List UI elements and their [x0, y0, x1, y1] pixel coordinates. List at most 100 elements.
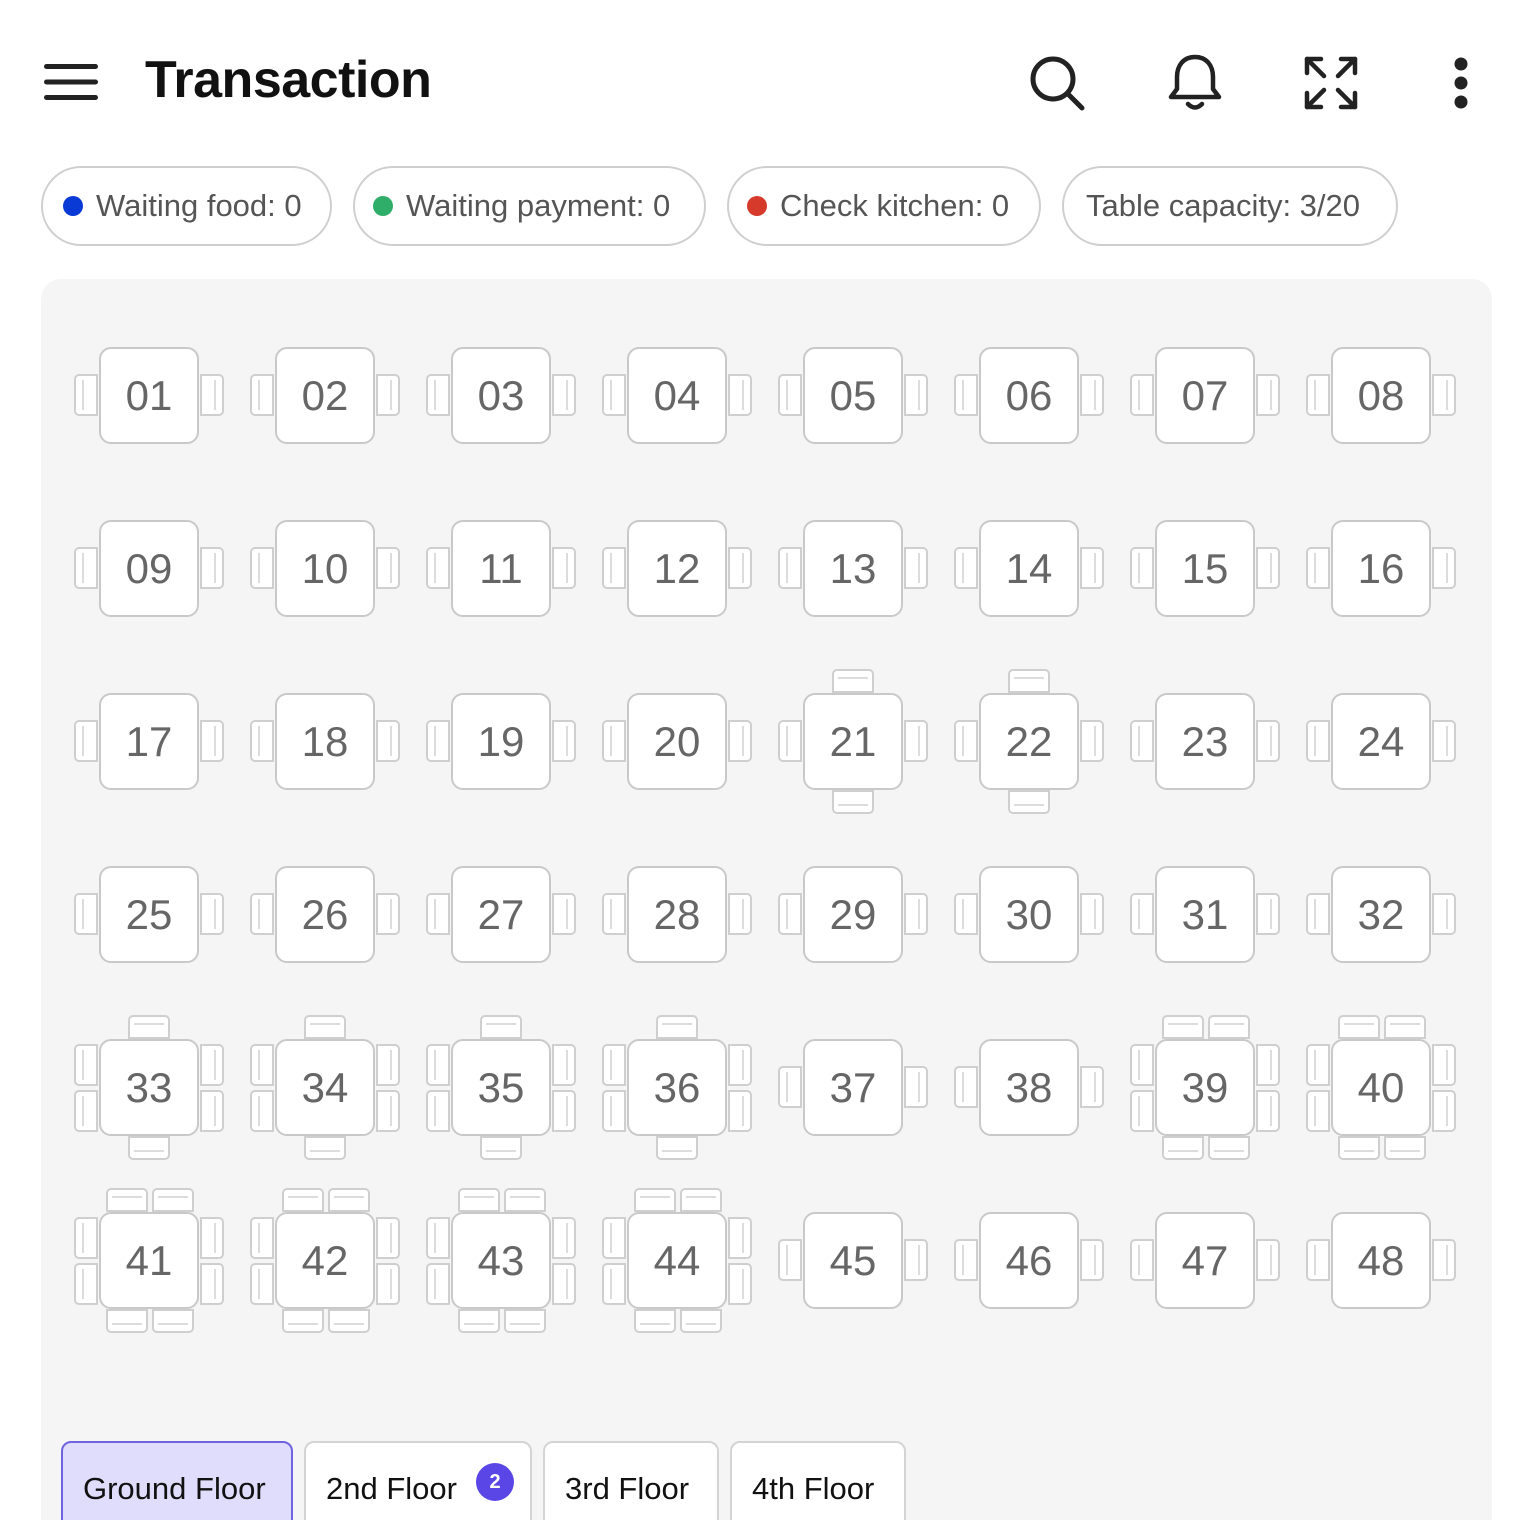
table-26[interactable]: 26	[250, 841, 400, 991]
chair-icon	[1080, 893, 1104, 935]
table-11[interactable]: 11	[426, 495, 576, 645]
tab-ground-floor[interactable]: Ground Floor	[61, 1441, 293, 1520]
chair-icon	[954, 1066, 978, 1108]
notifications-button[interactable]	[1160, 48, 1230, 118]
table-01[interactable]: 01	[74, 322, 224, 472]
table-12[interactable]: 12	[602, 495, 752, 645]
table-06[interactable]: 06	[954, 322, 1104, 472]
table-48[interactable]: 48	[1306, 1187, 1456, 1337]
table-35[interactable]: 35	[426, 1014, 576, 1164]
table-03[interactable]: 03	[426, 322, 576, 472]
chair-icon	[1306, 1239, 1330, 1281]
table-42[interactable]: 42	[250, 1187, 400, 1337]
table-27[interactable]: 27	[426, 841, 576, 991]
table-number: 10	[275, 520, 375, 617]
table-number: 16	[1331, 520, 1431, 617]
chair-icon	[904, 547, 928, 589]
table-02[interactable]: 02	[250, 322, 400, 472]
table-16[interactable]: 16	[1306, 495, 1456, 645]
chair-icon	[1130, 1090, 1154, 1132]
table-24[interactable]: 24	[1306, 668, 1456, 818]
table-41[interactable]: 41	[74, 1187, 224, 1337]
table-23[interactable]: 23	[1130, 668, 1280, 818]
chair-icon	[1256, 1044, 1280, 1086]
table-09[interactable]: 09	[74, 495, 224, 645]
table-38[interactable]: 38	[954, 1014, 1104, 1164]
chair-icon	[1432, 547, 1456, 589]
table-21[interactable]: 21	[778, 668, 928, 818]
chair-icon	[1162, 1015, 1204, 1039]
table-32[interactable]: 32	[1306, 841, 1456, 991]
table-08[interactable]: 08	[1306, 322, 1456, 472]
fullscreen-button[interactable]	[1296, 48, 1366, 118]
chair-icon	[904, 893, 928, 935]
chair-icon	[634, 1188, 676, 1212]
table-22[interactable]: 22	[954, 668, 1104, 818]
chair-icon	[1130, 1239, 1154, 1281]
table-47[interactable]: 47	[1130, 1187, 1280, 1337]
table-14[interactable]: 14	[954, 495, 1104, 645]
table-31[interactable]: 31	[1130, 841, 1280, 991]
table-04[interactable]: 04	[602, 322, 752, 472]
table-36[interactable]: 36	[602, 1014, 752, 1164]
chair-icon	[778, 547, 802, 589]
chair-icon	[1080, 1066, 1104, 1108]
menu-button[interactable]	[38, 52, 104, 112]
table-19[interactable]: 19	[426, 668, 576, 818]
waiting-food-chip[interactable]: Waiting food: 0	[41, 166, 332, 246]
search-button[interactable]	[1022, 48, 1092, 118]
table-number: 47	[1155, 1212, 1255, 1309]
chair-icon	[106, 1309, 148, 1333]
table-number: 45	[803, 1212, 903, 1309]
table-30[interactable]: 30	[954, 841, 1104, 991]
table-number: 48	[1331, 1212, 1431, 1309]
table-40[interactable]: 40	[1306, 1014, 1456, 1164]
table-44[interactable]: 44	[602, 1187, 752, 1337]
table-10[interactable]: 10	[250, 495, 400, 645]
chair-icon	[1130, 893, 1154, 935]
chair-icon	[954, 1239, 978, 1281]
table-20[interactable]: 20	[602, 668, 752, 818]
chair-icon	[250, 547, 274, 589]
table-33[interactable]: 33	[74, 1014, 224, 1164]
table-18[interactable]: 18	[250, 668, 400, 818]
chair-icon	[282, 1188, 324, 1212]
chair-icon	[200, 893, 224, 935]
table-05[interactable]: 05	[778, 322, 928, 472]
chair-icon	[426, 374, 450, 416]
search-icon	[1030, 56, 1085, 111]
table-43[interactable]: 43	[426, 1187, 576, 1337]
table-28[interactable]: 28	[602, 841, 752, 991]
chair-icon	[376, 1090, 400, 1132]
menu-icon	[44, 64, 98, 100]
table-25[interactable]: 25	[74, 841, 224, 991]
check-kitchen-chip[interactable]: Check kitchen: 0	[727, 166, 1041, 246]
table-15[interactable]: 15	[1130, 495, 1280, 645]
more-options-button[interactable]	[1436, 48, 1486, 118]
table-13[interactable]: 13	[778, 495, 928, 645]
chair-icon	[304, 1136, 346, 1160]
tab-2nd-floor[interactable]: 2nd Floor 2	[304, 1441, 532, 1520]
chair-icon	[106, 1188, 148, 1212]
table-29[interactable]: 29	[778, 841, 928, 991]
chair-icon	[376, 1263, 400, 1305]
table-07[interactable]: 07	[1130, 322, 1280, 472]
table-39[interactable]: 39	[1130, 1014, 1280, 1164]
table-37[interactable]: 37	[778, 1014, 928, 1164]
tab-4th-floor[interactable]: 4th Floor	[730, 1441, 906, 1520]
chip-label: Waiting food: 0	[96, 188, 302, 223]
chair-icon	[552, 547, 576, 589]
table-45[interactable]: 45	[778, 1187, 928, 1337]
table-46[interactable]: 46	[954, 1187, 1104, 1337]
chair-icon	[832, 669, 874, 693]
table-number: 19	[451, 693, 551, 790]
waiting-payment-chip[interactable]: Waiting payment: 0	[353, 166, 706, 246]
table-number: 22	[979, 693, 1079, 790]
tab-3rd-floor[interactable]: 3rd Floor	[543, 1441, 719, 1520]
table-17[interactable]: 17	[74, 668, 224, 818]
table-34[interactable]: 34	[250, 1014, 400, 1164]
chair-icon	[304, 1015, 346, 1039]
chair-icon	[74, 720, 98, 762]
table-capacity-chip[interactable]: Table capacity: 3/20	[1062, 166, 1398, 246]
chair-icon	[728, 1090, 752, 1132]
